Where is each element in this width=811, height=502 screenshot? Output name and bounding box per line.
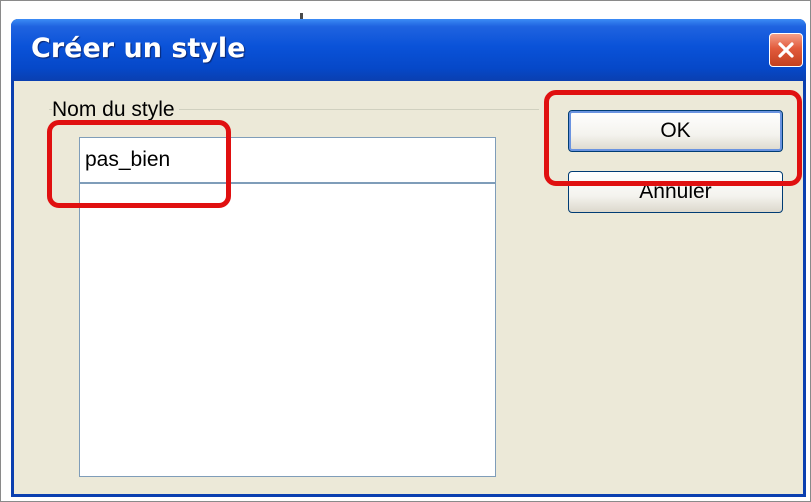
cancel-button[interactable]: Annuler [568,171,783,213]
close-icon [776,40,796,60]
ok-button[interactable]: OK [568,110,783,152]
group-label: Nom du style [52,98,179,122]
dialog-title: Créer un style [31,33,246,64]
create-style-dialog: Créer un style Nom du style OK Annuler [11,19,806,497]
style-list[interactable] [79,137,496,477]
style-name-input[interactable] [80,138,495,184]
title-bar[interactable]: Créer un style [11,19,806,81]
close-button[interactable] [769,33,803,67]
